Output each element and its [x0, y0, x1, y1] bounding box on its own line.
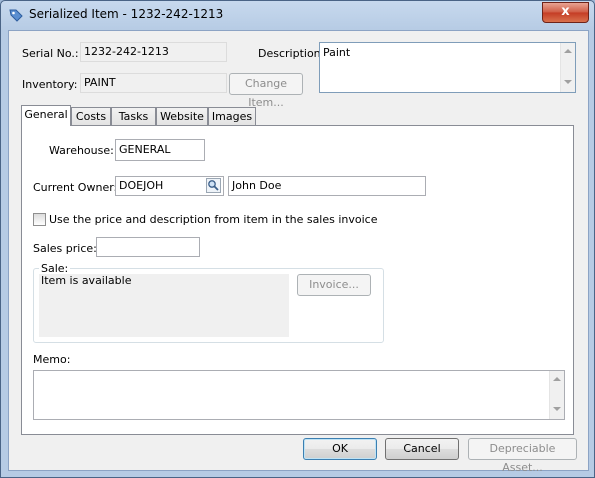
tab-images[interactable]: Images: [208, 107, 256, 125]
tab-general[interactable]: General: [21, 105, 71, 126]
memo-scroll-down-icon[interactable]: [553, 407, 561, 411]
description-field[interactable]: Paint: [319, 42, 576, 93]
owner-name-field[interactable]: John Doe: [228, 176, 426, 196]
ok-button[interactable]: OK: [303, 438, 377, 460]
owner-lookup-button[interactable]: [206, 178, 221, 193]
tab-website[interactable]: Website: [156, 107, 208, 125]
general-tab-panel: Warehouse: GENERAL Current Owner: DOEJOH…: [21, 125, 574, 435]
inventory-field[interactable]: PAINT: [80, 73, 227, 93]
inventory-label: Inventory:: [22, 78, 78, 91]
tab-tasks[interactable]: Tasks: [111, 107, 156, 125]
title-bar[interactable]: Serialized Item - 1232-242-1213 x: [1, 1, 594, 29]
sales-price-label: Sales price:: [33, 242, 97, 255]
sales-price-field[interactable]: [96, 237, 200, 257]
serial-no-label: Serial No.:: [22, 47, 79, 60]
current-owner-label: Current Owner:: [33, 181, 118, 194]
serial-no-field[interactable]: 1232-242-1213: [80, 42, 227, 62]
window-title: Serialized Item - 1232-242-1213: [29, 7, 224, 21]
close-icon: x: [561, 4, 570, 19]
invoice-button[interactable]: Invoice...: [297, 274, 371, 296]
memo-field[interactable]: [33, 370, 565, 420]
change-item-button[interactable]: Change Item...: [229, 73, 303, 109]
dialog-client-area: Serial No.: 1232-242-1213 Inventory: PAI…: [8, 30, 589, 474]
tab-costs[interactable]: Costs: [71, 107, 111, 125]
cancel-button[interactable]: Cancel: [385, 438, 459, 460]
serialized-item-dialog: Serialized Item - 1232-242-1213 x Serial…: [0, 0, 595, 478]
memo-scroll-up-icon[interactable]: [553, 377, 561, 381]
use-price-label[interactable]: Use the price and description from item …: [49, 213, 378, 226]
memo-label: Memo:: [33, 353, 71, 366]
scroll-up-icon[interactable]: [564, 49, 572, 53]
scroll-down-icon[interactable]: [564, 80, 572, 84]
sale-status-text: Item is available: [41, 274, 132, 287]
use-price-checkbox[interactable]: [33, 213, 46, 226]
description-scrollbar[interactable]: [560, 43, 575, 92]
lookup-magnifier-icon: [208, 180, 219, 191]
app-tag-icon: [9, 9, 23, 22]
warehouse-field[interactable]: GENERAL: [115, 139, 205, 161]
warehouse-label: Warehouse:: [49, 144, 114, 157]
memo-scrollbar[interactable]: [549, 371, 564, 419]
depreciable-asset-button[interactable]: Depreciable Asset...: [468, 438, 577, 474]
description-label: Description:: [258, 47, 325, 60]
sale-status-area: Item is available: [39, 274, 289, 337]
close-button[interactable]: x: [542, 2, 589, 23]
